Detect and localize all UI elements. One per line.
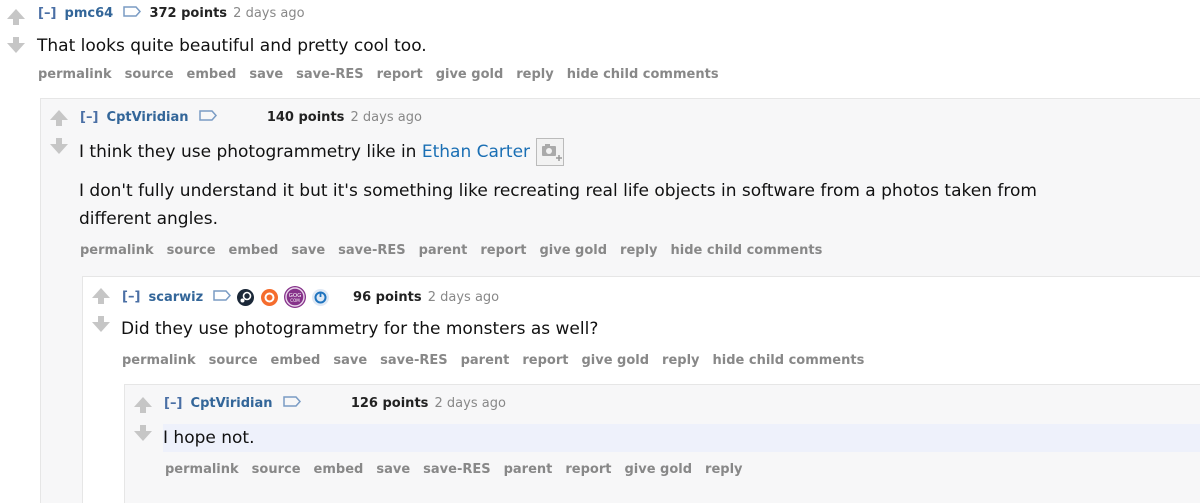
score: 126 points <box>350 396 429 411</box>
origin-icon <box>260 288 278 306</box>
tag-icon[interactable] <box>213 289 232 305</box>
give-gold-button[interactable]: give gold <box>624 462 692 477</box>
comment-paragraph-2: I don't fully understand it but it's som… <box>79 177 1189 233</box>
timestamp: 2 days ago <box>350 110 422 125</box>
downvote-arrow-icon[interactable] <box>134 425 152 441</box>
uplay-icon <box>311 288 329 306</box>
source-button[interactable]: source <box>252 462 301 477</box>
hide-child-comments-button[interactable]: hide child comments <box>713 353 865 368</box>
reply-button[interactable]: reply <box>620 243 657 258</box>
comment-tagline: [–] CptViridian 126 points 2 days ago <box>164 396 506 411</box>
save-res-button[interactable]: save-RES <box>296 67 363 82</box>
author-link[interactable]: pmc64 <box>65 6 114 21</box>
save-button[interactable]: save <box>249 67 283 82</box>
collapse-toggle[interactable]: [–] <box>80 110 98 125</box>
timestamp: 2 days ago <box>427 289 500 305</box>
comment-body: That looks quite beautiful and pretty co… <box>37 32 427 60</box>
reply-button[interactable]: reply <box>705 462 742 477</box>
report-button[interactable]: report <box>377 67 423 82</box>
reply-button[interactable]: reply <box>516 67 553 82</box>
collapse-toggle[interactable]: [–] <box>122 290 140 305</box>
upvote-arrow-icon[interactable] <box>7 9 25 25</box>
author-link[interactable]: CptViridian <box>107 110 189 125</box>
upvote-arrow-icon[interactable] <box>134 397 152 413</box>
image-expando-icon[interactable] <box>536 138 565 166</box>
save-button[interactable]: save <box>376 462 410 477</box>
tag-icon[interactable] <box>123 6 142 21</box>
svg-text:COM: COM <box>290 298 300 303</box>
give-gold-button[interactable]: give gold <box>581 353 649 368</box>
comment-paragraph-1: I think they use photogrammetry like in … <box>79 138 1189 168</box>
source-button[interactable]: source <box>167 243 216 258</box>
comment-buttons: permalink source embed save save-RES parent re… <box>165 462 756 477</box>
give-gold-button[interactable]: give gold <box>436 67 504 82</box>
gog-icon: GOG COM <box>283 286 306 308</box>
comment-tagline: [–] scarwiz GOG COM 96 points 2 days ago <box>122 286 499 308</box>
save-button[interactable]: save <box>291 243 325 258</box>
embed-button[interactable]: embed <box>229 243 279 258</box>
comment-scarwiz: [–] scarwiz GOG COM 96 points 2 days ago … <box>82 276 1200 376</box>
comment-text: I hope not. <box>163 428 255 448</box>
comment-buttons: permalink source embed save save-RES parent re… <box>80 243 835 258</box>
comment-cptviridian-1: [–] CptViridian 140 points 2 days ago I … <box>40 98 1200 273</box>
comment-buttons: permalink source embed save save-RES parent re… <box>122 353 877 368</box>
ethan-carter-link[interactable]: Ethan Carter <box>422 142 530 162</box>
permalink-button[interactable]: permalink <box>38 67 112 82</box>
timestamp: 2 days ago <box>233 6 305 21</box>
hide-child-comments-button[interactable]: hide child comments <box>671 243 823 258</box>
report-button[interactable]: report <box>565 462 611 477</box>
score: 96 points <box>353 289 422 305</box>
embed-button[interactable]: embed <box>314 462 364 477</box>
comment-text: That looks quite beautiful and pretty co… <box>37 36 427 56</box>
save-res-button[interactable]: save-RES <box>423 462 490 477</box>
comment-body: I hope not. <box>163 424 1200 452</box>
parent-button[interactable]: parent <box>461 353 510 368</box>
parent-button[interactable]: parent <box>419 243 468 258</box>
downvote-arrow-icon[interactable] <box>7 37 25 53</box>
tag-icon[interactable] <box>282 396 301 411</box>
give-gold-button[interactable]: give gold <box>539 243 607 258</box>
upvote-arrow-icon[interactable] <box>92 288 110 304</box>
score: 140 points <box>266 110 345 125</box>
comment-cptviridian-2: [–] CptViridian 126 points 2 days ago I … <box>124 384 1200 502</box>
score: 372 points <box>149 6 228 21</box>
permalink-button[interactable]: permalink <box>165 462 239 477</box>
embed-button[interactable]: embed <box>271 353 321 368</box>
timestamp: 2 days ago <box>434 396 506 411</box>
downvote-arrow-icon[interactable] <box>50 138 68 154</box>
collapse-toggle[interactable]: [–] <box>164 396 182 411</box>
author-link[interactable]: CptViridian <box>191 396 273 411</box>
comment-text: I think they use photogrammetry like in <box>79 142 422 162</box>
comment-body: I think they use photogrammetry like in … <box>79 138 1189 233</box>
comment-text-line: I don't fully understand it but it's som… <box>79 181 1037 201</box>
upvote-arrow-icon[interactable] <box>50 110 68 126</box>
parent-button[interactable]: parent <box>504 462 553 477</box>
report-button[interactable]: report <box>522 353 568 368</box>
save-res-button[interactable]: save-RES <box>338 243 405 258</box>
comment-text: Did they use photogrammetry for the mons… <box>121 319 599 339</box>
comment-tagline: [–] CptViridian 140 points 2 days ago <box>80 110 422 125</box>
save-button[interactable]: save <box>333 353 367 368</box>
embed-button[interactable]: embed <box>187 67 237 82</box>
steam-icon <box>237 288 255 306</box>
comment-pmc64: [–] pmc64 372 points 2 days ago That loo… <box>0 0 1200 95</box>
tag-icon[interactable] <box>198 110 217 125</box>
report-button[interactable]: report <box>480 243 526 258</box>
hide-child-comments-button[interactable]: hide child comments <box>567 67 719 82</box>
permalink-button[interactable]: permalink <box>80 243 154 258</box>
downvote-arrow-icon[interactable] <box>92 316 110 332</box>
collapse-toggle[interactable]: [–] <box>38 6 56 21</box>
source-button[interactable]: source <box>209 353 258 368</box>
permalink-button[interactable]: permalink <box>122 353 196 368</box>
save-res-button[interactable]: save-RES <box>380 353 447 368</box>
comment-buttons: permalink source embed save save-RES report gi… <box>38 67 732 82</box>
source-button[interactable]: source <box>125 67 174 82</box>
comment-tagline: [–] pmc64 372 points 2 days ago <box>38 6 305 21</box>
comment-text-line: different angles. <box>79 209 219 229</box>
reply-button[interactable]: reply <box>662 353 699 368</box>
author-link[interactable]: scarwiz <box>149 290 204 305</box>
comment-body: Did they use photogrammetry for the mons… <box>121 315 598 343</box>
